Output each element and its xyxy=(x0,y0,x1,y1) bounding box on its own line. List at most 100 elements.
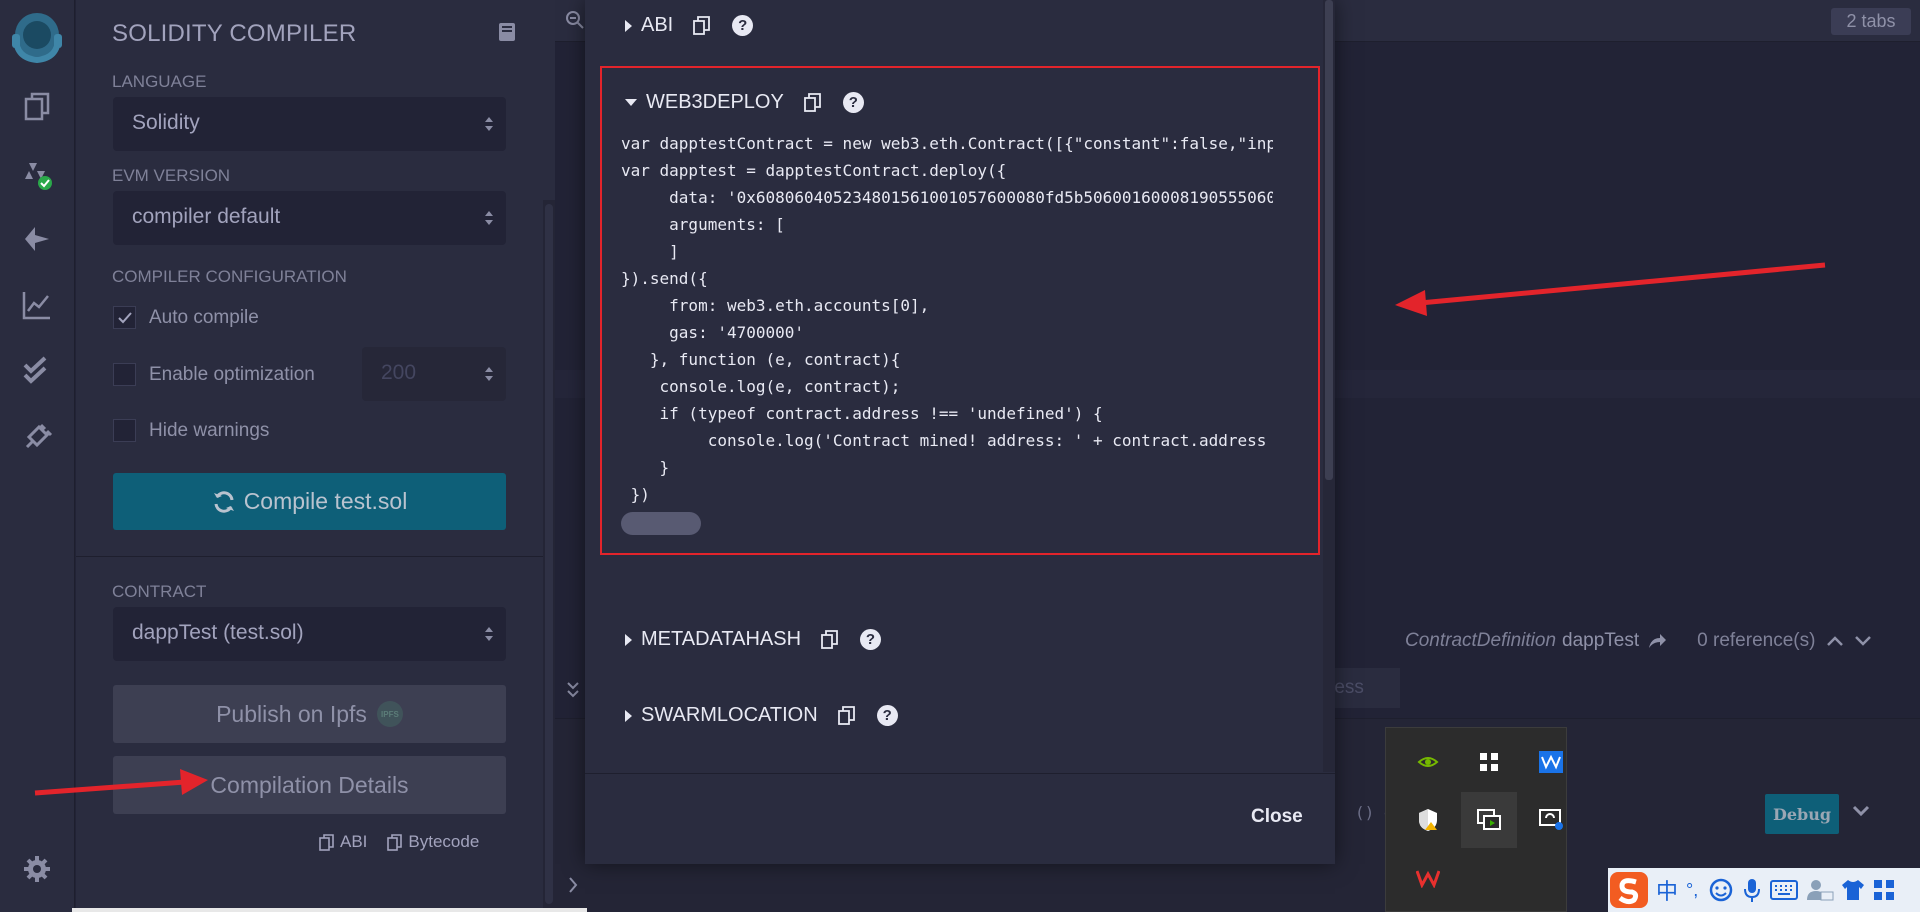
metadatahash-section-header[interactable]: METADATAHASH ? xyxy=(625,628,882,651)
close-button[interactable]: Close xyxy=(1251,806,1303,828)
optimization-runs-input[interactable]: 200 xyxy=(362,347,506,401)
hide-warnings-label: Hide warnings xyxy=(149,419,270,441)
compilation-details-button[interactable]: Compilation Details xyxy=(113,756,506,814)
help-icon[interactable]: ? xyxy=(842,92,864,113)
copy-icon[interactable] xyxy=(693,16,711,35)
panel-title: SOLIDITY COMPILER xyxy=(112,20,357,47)
deploy-run-icon[interactable] xyxy=(20,222,54,256)
ime-mode[interactable]: 中 xyxy=(1656,874,1678,906)
bytecode-link-label: Bytecode xyxy=(408,832,480,851)
web3deploy-section-title: WEB3DEPLOY xyxy=(646,91,784,113)
window-bottom-edge xyxy=(72,908,587,912)
solidity-compiler-icon[interactable] xyxy=(20,158,54,192)
compile-button[interactable]: Compile test.sol xyxy=(113,473,506,530)
help-icon[interactable]: ? xyxy=(732,15,754,36)
auto-compile-label: Auto compile xyxy=(149,306,259,328)
security-shield-icon[interactable] xyxy=(1400,792,1456,848)
runs-value: 200 xyxy=(381,361,417,384)
abi-link-label: ABI xyxy=(340,832,368,851)
caret-down-icon xyxy=(625,99,637,106)
microphone-icon[interactable] xyxy=(1742,877,1762,903)
remote-desktop-icon[interactable] xyxy=(1523,792,1579,848)
compile-button-label: Compile test.sol xyxy=(243,488,408,514)
analysis-icon[interactable] xyxy=(20,288,54,322)
collapse-chevrons-icon[interactable] xyxy=(565,680,581,700)
modal-scrollbar[interactable] xyxy=(1323,0,1335,772)
abi-section-header[interactable]: ABI ? xyxy=(625,14,754,37)
remix-logo-icon[interactable] xyxy=(6,8,68,66)
reference-bar: ContractDefinition dappTest 0 reference(… xyxy=(1405,630,1873,652)
checkbox-box[interactable] xyxy=(113,419,136,442)
chevron-up-icon[interactable] xyxy=(1825,634,1845,648)
network-monitor-icon[interactable] xyxy=(1523,734,1579,790)
settings-gear-icon[interactable] xyxy=(20,852,54,886)
swarmlocation-section-header[interactable]: SWARMLOCATION ? xyxy=(625,704,898,727)
caret-right-icon xyxy=(625,709,632,722)
panel-scrollbar-thumb[interactable] xyxy=(545,204,553,904)
hide-warnings-checkbox[interactable]: Hide warnings xyxy=(113,419,269,442)
skin-shirt-icon[interactable] xyxy=(1840,878,1866,902)
copy-icon xyxy=(319,833,334,851)
language-select[interactable]: Solidity xyxy=(113,97,506,151)
tabs-count-badge[interactable]: 2 tabs xyxy=(1831,8,1911,35)
zoom-out-icon[interactable] xyxy=(565,10,585,30)
windows-app-icon[interactable] xyxy=(1461,734,1517,790)
evm-version-value: compiler default xyxy=(132,205,281,228)
select-arrows-icon xyxy=(485,211,493,225)
swarmlocation-section-title: SWARMLOCATION xyxy=(641,704,818,726)
ime-punct[interactable]: °, xyxy=(1686,880,1698,901)
evm-version-label: EVM VERSION xyxy=(112,166,231,185)
publish-ipfs-button[interactable]: Publish on Ipfs IPFS xyxy=(113,685,506,743)
contract-value: dappTest (test.sol) xyxy=(132,621,304,644)
ref-kind: ContractDefinition xyxy=(1405,630,1557,651)
help-icon[interactable]: ? xyxy=(876,705,898,726)
test-checks-icon[interactable] xyxy=(20,354,54,388)
chevron-down-icon[interactable] xyxy=(1851,804,1871,818)
copy-links: ABI Bytecode xyxy=(319,832,499,852)
enable-optimization-label: Enable optimization xyxy=(149,363,315,385)
abi-section-title: ABI xyxy=(641,14,674,36)
help-icon[interactable]: ? xyxy=(860,629,882,650)
caret-right-icon xyxy=(625,19,632,32)
auto-compile-checkbox[interactable]: Auto compile xyxy=(113,306,259,329)
emoji-icon[interactable] xyxy=(1708,877,1734,903)
checkbox-box[interactable] xyxy=(113,306,136,329)
file-explorer-icon[interactable] xyxy=(20,90,54,124)
language-value: Solidity xyxy=(132,111,200,134)
copy-abi-link[interactable]: ABI xyxy=(319,832,367,852)
keyboard-icon[interactable] xyxy=(1770,879,1799,901)
chevron-down-icon[interactable] xyxy=(1853,634,1873,648)
screen-share-icon[interactable] xyxy=(1461,792,1517,848)
documentation-book-icon[interactable] xyxy=(498,22,516,42)
caret-right-icon xyxy=(625,633,632,646)
user-status-icon[interactable] xyxy=(1806,878,1834,902)
select-arrows-icon xyxy=(485,117,493,131)
copy-icon[interactable] xyxy=(821,630,838,649)
copy-icon[interactable] xyxy=(803,93,821,112)
icon-rail xyxy=(0,0,75,912)
select-arrows-icon xyxy=(485,627,493,641)
ref-count: 0 reference(s) xyxy=(1697,630,1816,651)
copy-icon[interactable] xyxy=(837,706,855,725)
panel-scrollbar[interactable] xyxy=(543,200,555,912)
evm-version-select[interactable]: compiler default xyxy=(113,191,506,245)
wps-office-icon[interactable] xyxy=(1400,850,1456,906)
sogou-ime-icon[interactable] xyxy=(1608,870,1652,910)
modal-scrollbar-thumb[interactable] xyxy=(1325,0,1333,480)
debug-button[interactable]: Debug xyxy=(1765,794,1839,834)
plugin-manager-icon[interactable] xyxy=(20,420,54,454)
ime-grid-icon[interactable] xyxy=(1872,878,1896,902)
system-tray-popup xyxy=(1385,727,1567,912)
ipfs-logo-icon: IPFS xyxy=(376,701,403,727)
share-arrow-icon[interactable] xyxy=(1647,632,1667,650)
chevron-right-icon[interactable] xyxy=(565,875,581,895)
contract-select[interactable]: dappTest (test.sol) xyxy=(113,607,506,661)
web3deploy-section-header[interactable]: WEB3DEPLOY ? xyxy=(625,91,864,114)
nvidia-icon[interactable] xyxy=(1400,734,1456,790)
copy-bytecode-link[interactable]: Bytecode xyxy=(387,832,479,852)
metadatahash-section-title: METADATAHASH xyxy=(641,628,802,650)
compilation-details-label: Compilation Details xyxy=(210,771,409,798)
code-horizontal-scrollbar[interactable] xyxy=(621,512,701,535)
enable-optimization-checkbox[interactable]: Enable optimization xyxy=(113,363,315,386)
checkbox-box[interactable] xyxy=(113,363,136,386)
